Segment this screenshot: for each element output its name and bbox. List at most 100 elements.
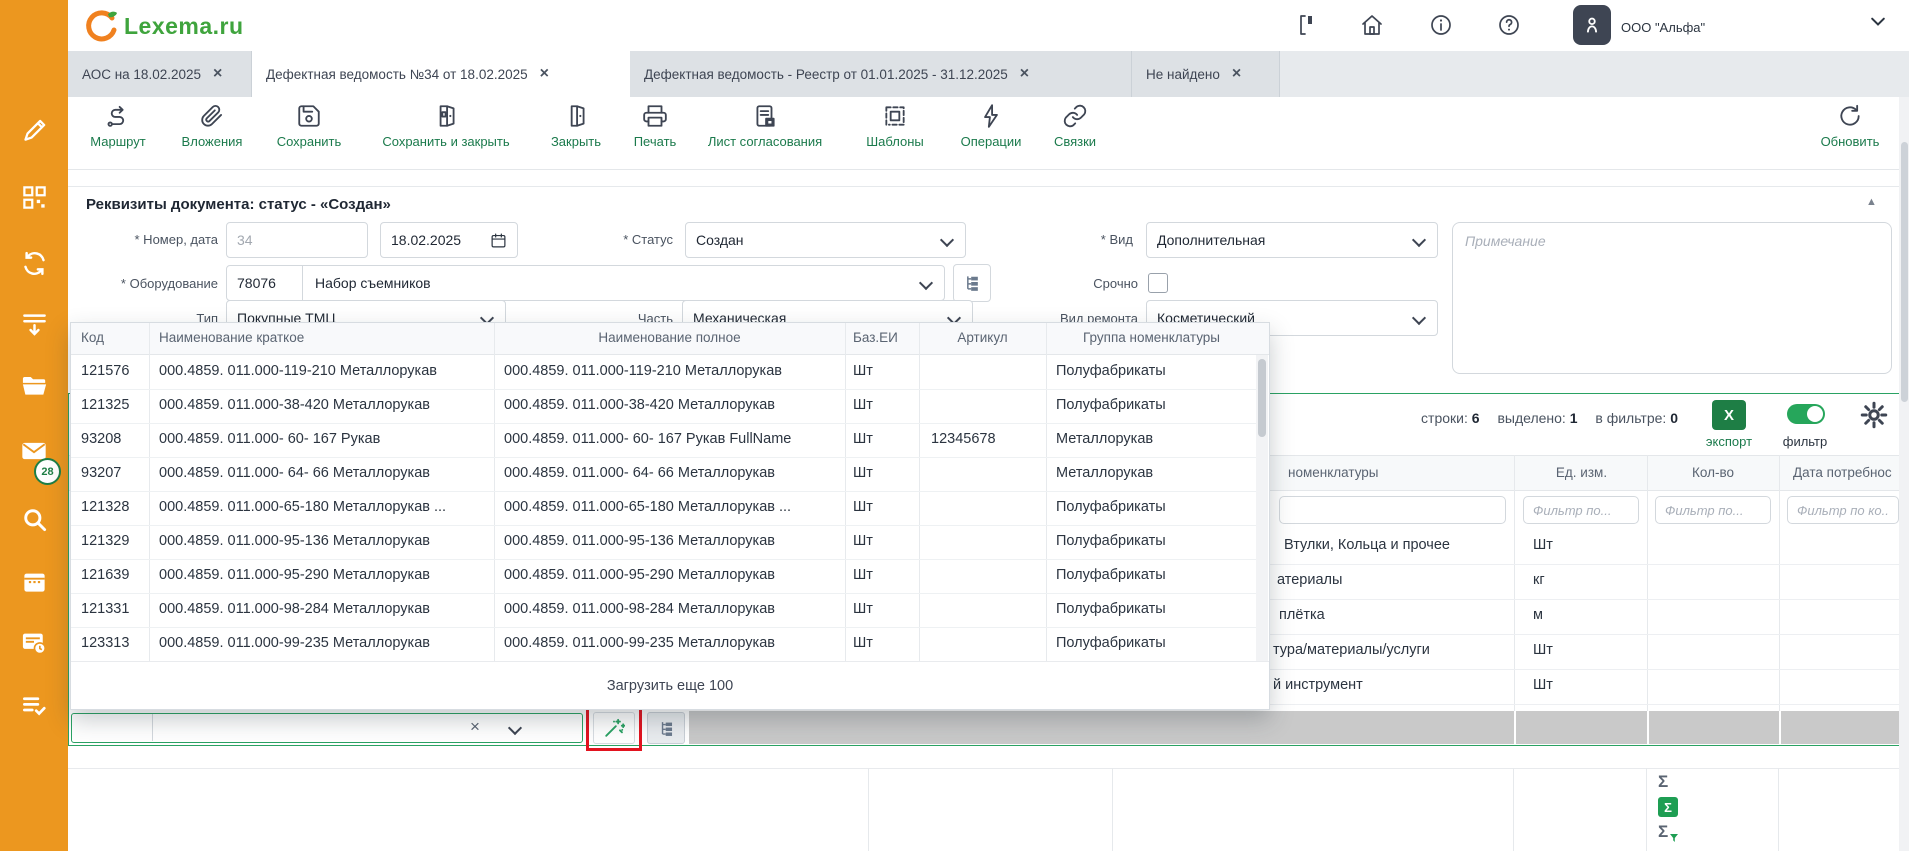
number-input[interactable]: 34	[226, 222, 368, 258]
date-input[interactable]: 18.02.2025	[380, 222, 518, 258]
sum-icon[interactable]: Σ	[1658, 772, 1668, 792]
vid-select[interactable]: Дополнительная	[1146, 222, 1438, 258]
list-item[interactable]: 93208 000.4859. 011.000- 60- 167 Рукав 0…	[71, 423, 1256, 458]
chevron-down-icon[interactable]	[1868, 12, 1888, 37]
calendar-small-icon[interactable]	[490, 232, 507, 249]
list-item[interactable]: 121576 000.4859. 011.000-119-210 Металло…	[71, 355, 1256, 390]
print-button[interactable]: Печать	[620, 103, 690, 161]
scrollbar-track[interactable]	[1899, 97, 1909, 851]
folder-icon[interactable]	[0, 370, 68, 400]
home-icon[interactable]	[1357, 10, 1387, 40]
calendar-icon[interactable]	[0, 566, 68, 596]
logo[interactable]: Lexema.ru	[84, 8, 244, 44]
collapse-icon[interactable]: ▲	[1866, 196, 1877, 208]
sum-selected-icon[interactable]: Σ	[1658, 797, 1678, 817]
list-item[interactable]: 121328 000.4859. 011.000-65-180 Металлор…	[71, 491, 1256, 526]
equipment-name: Набор съемников	[303, 275, 431, 291]
grid-col-date[interactable]: Дата потребнос	[1793, 465, 1905, 480]
divider	[1513, 768, 1514, 851]
table-row[interactable]: й инструмент Шт	[1269, 669, 1908, 705]
equipment-tree-button[interactable]	[953, 264, 991, 302]
approval-sheet-button[interactable]: Лист согласования	[690, 103, 840, 161]
qr-code-icon[interactable]	[0, 182, 68, 212]
route-button[interactable]: Маршрут	[78, 103, 158, 161]
chevron-down-icon	[1412, 311, 1426, 325]
tab-not-found[interactable]: Не найдено ×	[1132, 51, 1280, 97]
filter-input-nomenclature[interactable]	[1279, 496, 1506, 524]
save-button[interactable]: Сохранить	[261, 103, 357, 161]
col-code[interactable]: Код	[81, 330, 104, 345]
status-select[interactable]: Создан	[685, 222, 966, 258]
filter-input-date[interactable]	[1787, 496, 1899, 524]
grid-col-unit[interactable]: Ед. изм.	[1529, 465, 1634, 480]
tab-defect-registry[interactable]: Дефектная ведомость - Реестр от 01.01.20…	[630, 51, 1132, 97]
clear-icon[interactable]: ×	[470, 717, 480, 737]
grid-col-nomenclature[interactable]: номенклатуры	[1288, 465, 1379, 480]
grid-col-qty[interactable]: Кол-во	[1659, 465, 1767, 480]
list-item[interactable]: 123313 000.4859. 011.000-99-235 Металлор…	[71, 627, 1256, 662]
list-item[interactable]: 121329 000.4859. 011.000-95-136 Металлор…	[71, 525, 1256, 560]
chevron-down-icon	[1412, 233, 1426, 247]
attachments-button[interactable]: Вложения	[167, 103, 257, 161]
close-icon[interactable]: ×	[1232, 65, 1241, 83]
tab-defect-sheet[interactable]: Дефектная ведомость №34 от 18.02.2025 ×	[252, 51, 630, 97]
printer-icon	[642, 103, 668, 129]
edit-icon[interactable]	[0, 114, 68, 144]
table-row[interactable]: атериалы кг	[1269, 564, 1908, 600]
tab-aoc[interactable]: АОС на 18.02.2025 ×	[68, 51, 252, 97]
scrollbar-track[interactable]	[1256, 355, 1268, 661]
integration-icon[interactable]	[1292, 10, 1322, 40]
divider	[68, 186, 1909, 187]
load-more-button[interactable]: Загрузить еще 100	[71, 661, 1269, 709]
close-icon[interactable]: ×	[1020, 65, 1029, 83]
equipment-combobox[interactable]: 78076 Набор съемников	[226, 265, 945, 301]
close-icon[interactable]: ×	[540, 65, 549, 83]
templates-button[interactable]: Шаблоны	[850, 103, 940, 161]
save-close-icon	[433, 103, 459, 129]
sync-icon[interactable]	[0, 248, 68, 278]
table-row[interactable]: тура/материалы/услуги Шт	[1269, 634, 1908, 670]
close-icon[interactable]: ×	[213, 65, 222, 83]
report-clock-icon[interactable]	[0, 628, 68, 658]
close-document-button[interactable]: Закрыть	[536, 103, 616, 161]
chevron-down-icon[interactable]	[919, 276, 933, 290]
gear-icon[interactable]	[1859, 400, 1889, 435]
mail-icon[interactable]	[0, 436, 68, 466]
filter-label: фильтр	[1781, 434, 1829, 449]
links-button[interactable]: Связки	[1035, 103, 1115, 161]
sum-filtered-icon[interactable]: Σ	[1658, 822, 1668, 842]
col-full-name[interactable]: Наименование полное	[494, 330, 845, 345]
divider	[1647, 711, 1649, 744]
info-icon[interactable]	[1426, 10, 1456, 40]
scrollbar-thumb[interactable]	[1901, 142, 1908, 402]
equipment-code[interactable]: 78076	[227, 266, 303, 300]
search-icon[interactable]	[0, 504, 68, 534]
nomenclature-combobox[interactable]: ×	[71, 713, 583, 743]
col-group[interactable]: Группа номенклатуры	[1046, 330, 1257, 345]
avatar[interactable]	[1573, 5, 1611, 45]
urgent-checkbox[interactable]	[1148, 273, 1168, 293]
chevron-down-icon[interactable]	[508, 721, 522, 735]
export-label[interactable]: экспорт	[1697, 434, 1761, 449]
refresh-button[interactable]: Обновить	[1810, 103, 1890, 161]
table-row[interactable]: плётка м	[1269, 599, 1908, 635]
filter-input-qty[interactable]	[1655, 496, 1771, 524]
col-unit[interactable]: Баз.ЕИ	[853, 330, 898, 345]
excel-export-icon[interactable]: X	[1712, 400, 1746, 430]
save-and-close-button[interactable]: Сохранить и закрыть	[366, 103, 526, 161]
list-item[interactable]: 121325 000.4859. 011.000-38-420 Металлор…	[71, 389, 1256, 424]
checklist-icon[interactable]	[0, 690, 68, 720]
list-item[interactable]: 121639 000.4859. 011.000-95-290 Металлор…	[71, 559, 1256, 594]
list-item[interactable]: 93207 000.4859. 011.000- 64- 66 Металлор…	[71, 457, 1256, 492]
col-article[interactable]: Артикул	[919, 330, 1046, 345]
operations-button[interactable]: Операции	[946, 103, 1036, 161]
filter-toggle[interactable]	[1787, 404, 1825, 424]
tree-view-button[interactable]	[647, 712, 685, 744]
scrollbar-thumb[interactable]	[1258, 359, 1266, 437]
list-item[interactable]: 121331 000.4859. 011.000-98-284 Металлор…	[71, 593, 1256, 628]
help-icon[interactable]	[1494, 10, 1524, 40]
note-textarea[interactable]	[1452, 222, 1892, 374]
table-row[interactable]: Втулки, Кольца и прочее Шт	[1269, 529, 1908, 565]
filter-input-unit[interactable]	[1523, 496, 1639, 524]
col-short-name[interactable]: Наименование краткое	[159, 330, 304, 345]
